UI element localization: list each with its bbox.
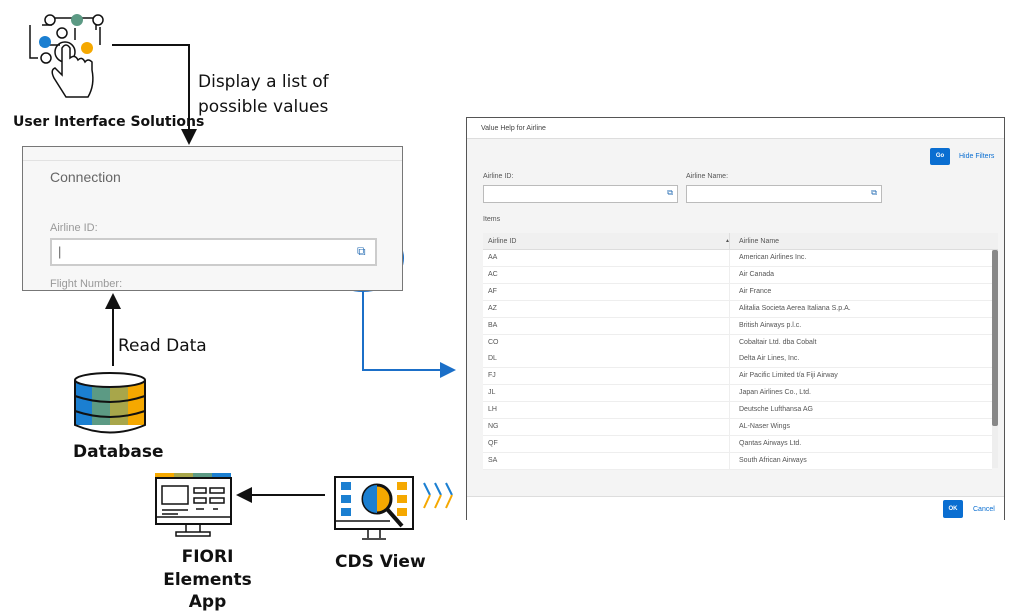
airline-name-cell: AL-Naser Wings <box>739 423 790 430</box>
airline-name-cell: Deutsche Lufthansa AG <box>739 406 813 414</box>
table-row[interactable]: JL Japan Airlines Co., Ltd. <box>483 385 992 403</box>
airline-id-cell: BA <box>488 321 498 329</box>
airline-id-cell: AF <box>488 287 497 295</box>
database-label: Database <box>73 442 164 462</box>
airline-id-cell: AA <box>488 254 498 261</box>
airline-name-cell: Air Pacific Limited t/a Fiji Airway <box>739 372 838 380</box>
airline-id-cell: AC <box>488 270 498 278</box>
table-row[interactable]: SA South African Airways <box>483 452 992 470</box>
chevrons-icon <box>423 482 453 509</box>
airline-id-cell: JL <box>488 389 496 397</box>
airline-id-cell: QF <box>488 439 498 447</box>
table-row[interactable]: AC Air Canada <box>483 266 992 284</box>
airline-name-cell: Qantas Airways Ltd. <box>739 439 802 447</box>
read-data-label: Read Data <box>118 336 207 356</box>
cds-view-label: CDS View <box>335 552 426 572</box>
form-title: Connection <box>50 169 121 185</box>
airline-name-cell: Delta Air Lines, Inc. <box>739 355 800 363</box>
items-label: Items <box>483 216 501 223</box>
airline-name-cell: Cobaltair Ltd. dba Cobalt <box>739 338 817 346</box>
go-button[interactable]: Go <box>930 148 950 165</box>
table-header: Airline ID ▲ Airline Name <box>483 233 998 250</box>
table-row[interactable]: AF Air France <box>483 283 992 301</box>
table-row[interactable]: QF Qantas Airways Ltd. <box>483 435 992 453</box>
scrollbar-thumb[interactable] <box>992 250 998 426</box>
fiori-label-line1: FIORI <box>181 547 234 567</box>
airline-id-input[interactable]: | ⧉ <box>50 238 377 266</box>
table-row[interactable]: CO Cobaltair Ltd. dba Cobalt <box>483 334 992 352</box>
value-help-icon[interactable]: ⧉ <box>871 188 877 198</box>
value-help-arrow <box>362 291 456 378</box>
column-airline-name[interactable]: Airline Name <box>739 238 779 245</box>
airline-name-cell: Japan Airlines Co., Ltd. <box>739 389 811 397</box>
fiori-app-icon <box>155 473 232 537</box>
scrollbar[interactable] <box>992 250 998 468</box>
airline-name-cell: American Airlines Inc. <box>739 254 807 261</box>
display-label-line2: possible values <box>198 97 329 117</box>
flight-number-label: Flight Number: <box>50 278 123 290</box>
table-row[interactable]: AZ Alitalia Societa Aerea Italiana S.p.A. <box>483 300 992 318</box>
table-row[interactable]: NG AL-Naser Wings <box>483 419 992 436</box>
text-cursor: | <box>58 244 62 259</box>
table-row[interactable]: BA British Airways p.l.c. <box>483 317 992 335</box>
column-airline-id[interactable]: Airline ID <box>488 238 516 245</box>
airline-name-cell: Air Canada <box>739 270 775 278</box>
ui-solutions-label: User Interface Solutions <box>13 114 205 130</box>
airline-name-cell: Alitalia Societa Aerea Italiana S.p.A. <box>739 304 851 312</box>
airline-name-cell: Air France <box>739 287 772 295</box>
filter-airline-id-label: Airline ID: <box>483 173 514 180</box>
user-interface-solutions-icon <box>29 14 104 98</box>
value-help-icon[interactable]: ⧉ <box>357 244 366 259</box>
cds-view-icon <box>334 476 414 540</box>
airline-id-cell: CO <box>488 338 499 346</box>
airline-id-cell: AZ <box>488 304 497 312</box>
fiori-label-line2: Elements App <box>163 570 252 612</box>
value-help-dialog: Value Help for Airline Go Hide Filters A… <box>466 117 1005 520</box>
hide-filters-link[interactable]: Hide Filters <box>959 153 994 160</box>
database-icon <box>74 372 146 434</box>
filter-airline-id-input[interactable]: ⧉ <box>483 185 678 203</box>
cancel-button[interactable]: Cancel <box>973 506 995 513</box>
ok-button[interactable]: OK <box>943 500 963 518</box>
table-row[interactable]: AA American Airlines Inc. <box>483 250 992 267</box>
airline-id-cell: LH <box>488 406 497 414</box>
display-label-line1: Display a list of <box>198 72 329 92</box>
value-help-icon[interactable]: ⧉ <box>667 188 673 198</box>
connection-form: Connection Airline ID: | ⧉ Flight Number… <box>22 146 403 291</box>
airline-name-cell: British Airways p.l.c. <box>739 321 802 329</box>
airline-id-cell: FJ <box>488 372 496 380</box>
airline-id-cell: NG <box>488 423 499 430</box>
filter-airline-name-label: Airline Name: <box>686 173 729 180</box>
airline-id-cell: DL <box>488 355 497 363</box>
table-row[interactable]: FJ Air Pacific Limited t/a Fiji Airway <box>483 368 992 386</box>
dialog-title: Value Help for Airline <box>481 125 546 132</box>
table-row[interactable]: LH Deutsche Lufthansa AG <box>483 402 992 420</box>
airline-id-cell: SA <box>488 456 498 464</box>
filter-airline-name-input[interactable]: ⧉ <box>686 185 882 203</box>
airline-id-label: Airline ID: <box>50 222 98 234</box>
airline-name-cell: South African Airways <box>739 456 807 464</box>
table-row[interactable]: DL Delta Air Lines, Inc. <box>483 351 992 369</box>
